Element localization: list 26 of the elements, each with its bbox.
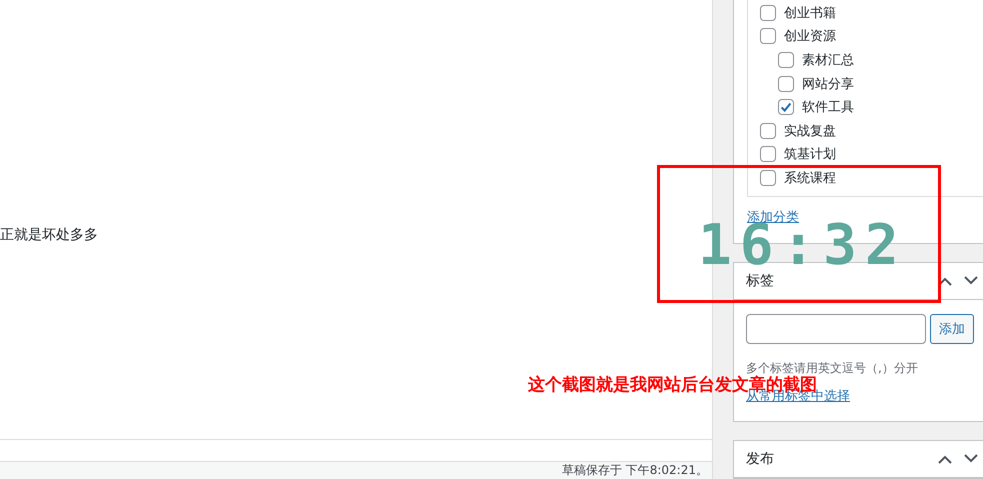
chevron-down-icon[interactable] [963,454,979,464]
checkbox[interactable] [760,28,776,44]
chevron-up-icon[interactable] [937,454,953,464]
category-label: 创业书籍 [784,4,836,22]
hint-text: 多个标签请用英文逗号（,）分开 [746,360,919,375]
chevron-down-icon[interactable] [963,276,979,286]
checkbox[interactable] [760,170,776,186]
editor-text: 正就是坏处多多 [0,227,98,243]
category-label: 网站分享 [802,76,854,93]
save-status-text: 草稿保存于 下午8:02:21。 [562,462,708,479]
category-label: 系统课程 [784,170,836,187]
checkbox[interactable] [760,122,776,139]
category-label: 实战复盘 [784,122,836,140]
panel-title: 标签 [746,272,774,290]
tag-input-field[interactable] [746,314,926,344]
category-label: 筑基计划 [784,146,836,164]
checkbox[interactable] [760,146,776,162]
checkbox[interactable] [778,52,794,68]
category-label: 软件工具 [802,99,854,116]
category-label: 创业资源 [784,28,836,46]
checkbox[interactable] [778,99,794,116]
panel-title: 发布 [746,450,774,468]
category-label: 素材汇总 [802,52,854,69]
checkbox[interactable] [760,4,776,21]
checkbox[interactable] [778,76,794,92]
add-tag-button[interactable]: 添加 [930,314,974,344]
